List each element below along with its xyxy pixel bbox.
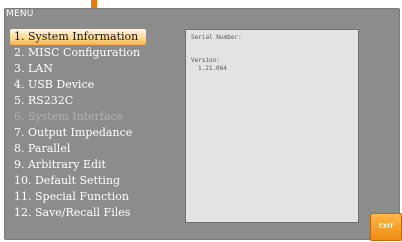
instrument-screen: MENU 1. System Information 2. MISC Confi… [0,0,402,242]
menu-item-default-setting[interactable]: 10. Default Setting [10,173,146,189]
exit-button[interactable]: EXIT [370,213,402,241]
version-value: 1.21.064 [198,65,227,72]
menu-item-rs232c[interactable]: 5. RS232C [10,93,146,109]
menu-title: MENU [6,9,34,19]
system-info-panel: Serial Number: Version: 1.21.064 [185,29,359,223]
serial-number-label: Serial Number: [191,34,242,41]
menu-item-usb-device[interactable]: 4. USB Device [10,77,146,93]
menu-item-system-information[interactable]: 1. System Information [10,29,146,45]
menu-list: 1. System Information 2. MISC Configurat… [10,29,146,221]
menu-item-special-function[interactable]: 11. Special Function [10,189,146,205]
menu-item-misc-configuration[interactable]: 2. MISC Configuration [10,45,146,61]
version-label: Version: [191,57,220,64]
menu-item-save-recall-files[interactable]: 12. Save/Recall Files [10,205,146,221]
menu-item-system-interface: 6. System Interface [14,110,124,123]
menu-item-arbitrary-edit[interactable]: 9. Arbitrary Edit [10,157,146,173]
menu-item-output-impedance[interactable]: 7. Output Impedance [10,125,146,141]
menu-item-lan[interactable]: 3. LAN [10,61,146,77]
menu-item-parallel[interactable]: 8. Parallel [10,141,146,157]
